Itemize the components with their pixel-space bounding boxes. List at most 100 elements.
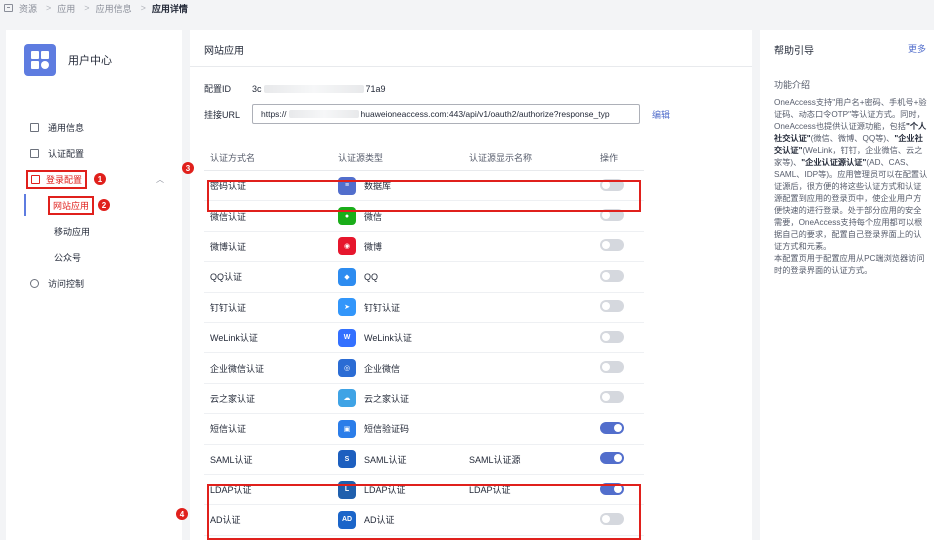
enable-toggle[interactable]	[600, 269, 624, 282]
column-header: 操作	[600, 153, 619, 163]
help-text: 本配置页用于配置应用从PC端浏览器访问时的登录界面的认证方式。	[774, 254, 925, 275]
sidebar-nav: 通用信息 认证配置 登录配置 1 ︿ 网站应用 2 移动应用 公众号 访问控制	[6, 114, 182, 296]
auth-source-label: 微博	[364, 241, 383, 252]
auth-source-type: ◆ QQ	[338, 267, 469, 286]
step-marker-2: 2	[98, 199, 110, 211]
divider	[190, 66, 752, 67]
auth-method-name: 企业微信认证	[210, 363, 265, 374]
breadcrumb-app-info[interactable]: 应用信息	[96, 2, 132, 15]
enable-toggle[interactable]	[600, 239, 624, 252]
app-header: 用户中心	[24, 44, 112, 76]
operation-cell	[600, 421, 644, 436]
sidebar-item-label: 访问控制	[48, 278, 85, 289]
auth-source-type: ▣ 短信验证码	[338, 419, 469, 438]
auth-source-type: S SAML认证	[338, 450, 469, 469]
auth-source-label: WeLink认证	[364, 333, 412, 344]
auth-source-label: 云之家认证	[364, 393, 410, 404]
table-row: 钉钉认证 ➤ 钉钉认证	[204, 293, 644, 323]
page-title: 网站应用	[204, 46, 244, 57]
sidebar-item-login-config[interactable]: 登录配置 1 ︿	[6, 166, 182, 192]
welink-icon: W	[338, 328, 356, 347]
table-row: 微博认证 ◉ 微博	[204, 232, 644, 263]
breadcrumb-separator: >	[46, 3, 52, 13]
saml-icon: S	[338, 450, 356, 469]
highlight-box: 登录配置	[26, 169, 88, 189]
table-row: WeLink认证 W WeLink认证	[204, 323, 644, 354]
auth-method-name: WeLink认证	[210, 333, 258, 344]
sidebar-item-label: 通用信息	[48, 122, 85, 133]
sidebar-item-general[interactable]: 通用信息	[6, 114, 182, 140]
config-id-row: 配置ID 3c 71a9	[204, 82, 386, 95]
sidebar-item-official-account[interactable]: 公众号	[6, 244, 182, 270]
redacted-value	[263, 84, 364, 93]
operation-cell	[600, 239, 644, 253]
enable-toggle[interactable]	[600, 421, 624, 434]
auth-method-name: 微博认证	[210, 241, 247, 252]
sidebar-item-mobile-app[interactable]: 移动应用	[6, 218, 182, 244]
redacted-value	[288, 110, 359, 118]
document-icon	[30, 122, 39, 132]
step-marker-4: 4	[176, 508, 188, 520]
table-row: 企业微信认证 ◎ 企业微信	[204, 353, 644, 384]
highlight-box-ldap-ad	[207, 484, 641, 540]
weibo-icon: ◉	[338, 237, 356, 256]
app-logo-icon	[24, 44, 56, 76]
help-text: (AD、CAS、SAML、IDP等)。应用管理员可以在配置认证源后，很方便的将这…	[774, 158, 928, 251]
enable-toggle[interactable]	[600, 391, 624, 404]
url-field[interactable]: https:// huaweioneaccess.com:443/api/v1/…	[252, 104, 640, 124]
breadcrumb-separator: >	[140, 3, 146, 13]
chevron-up-icon[interactable]: ︿	[156, 174, 164, 185]
help-text: OneAccess支持"用户名+密码、手机号+验证码、动态口令OTP"等认证方式…	[774, 98, 927, 131]
sidebar-item-web-app[interactable]: 网站应用 2	[6, 192, 182, 218]
breadcrumb-resources[interactable]: 资源	[19, 2, 37, 15]
operation-cell	[600, 330, 644, 345]
help-title: 帮助引导	[774, 46, 814, 57]
breadcrumb-separator: >	[84, 3, 90, 13]
sidebar-item-label: 认证配置	[48, 148, 85, 159]
enable-toggle[interactable]	[600, 330, 624, 343]
enable-toggle[interactable]	[600, 361, 624, 374]
sidebar-item-auth-config[interactable]: 认证配置	[6, 140, 182, 166]
help-subtitle: 功能介绍	[774, 80, 811, 90]
auth-method-name: 钉钉认证	[210, 302, 247, 313]
auth-method-name: 云之家认证	[210, 393, 256, 404]
table-row: 短信认证 ▣ 短信验证码	[204, 414, 644, 445]
wecom-icon: ◎	[338, 359, 356, 378]
sidebar-item-label: 移动应用	[54, 226, 91, 237]
auth-source-type: ☁ 云之家认证	[338, 389, 469, 408]
auth-source-label: 企业微信	[364, 363, 401, 374]
help-bold-text: "企业认证源认证"	[801, 158, 867, 167]
column-header: 认证方式名	[210, 153, 256, 163]
operation-cell	[600, 300, 644, 314]
dingtalk-icon: ➤	[338, 298, 356, 317]
config-id-label: 配置ID	[204, 84, 232, 94]
yunzhijia-icon: ☁	[338, 389, 356, 408]
qq-icon: ◆	[338, 267, 356, 286]
table-body: 密码认证 ≡ 数据库 微信认证 ● 微信 微博认证 ◉ 微博 QQ认证 ◆ QQ 钉钉认证 ➤ 钉钉认证 We…	[204, 171, 644, 536]
operation-cell	[600, 269, 644, 284]
operation-cell	[600, 391, 644, 405]
breadcrumb: 资源 > 应用 > 应用信息 > 应用详情	[0, 0, 934, 16]
edit-link[interactable]: 编辑	[652, 108, 670, 121]
help-text: (微信、微博、QQ等)、	[810, 134, 895, 143]
help-body: OneAccess支持"用户名+密码、手机号+验证码、动态口令OTP"等认证方式…	[774, 97, 929, 277]
access-control-icon	[30, 278, 39, 288]
url-value-start: https://	[261, 109, 287, 119]
enable-toggle[interactable]	[600, 300, 624, 313]
sidebar-item-label: 网站应用	[48, 195, 95, 215]
help-more-link[interactable]: 更多	[908, 42, 926, 55]
help-panel: 帮助引导 更多 功能介绍 OneAccess支持"用户名+密码、手机号+验证码、…	[760, 30, 934, 540]
app-name: 用户中心	[68, 55, 112, 67]
sms-icon: ▣	[338, 419, 356, 438]
url-label: 挂接URL	[204, 109, 241, 120]
sidebar: 用户中心 通用信息 认证配置 登录配置 1 ︿ 网站应用 2 移动应用 公众号	[6, 30, 182, 540]
sidebar-item-access-control[interactable]: 访问控制	[6, 270, 182, 296]
auth-source-label: SAML认证	[364, 454, 407, 465]
operation-cell	[600, 452, 644, 466]
collapse-icon[interactable]	[4, 4, 13, 12]
table-row: 云之家认证 ☁ 云之家认证	[204, 384, 644, 415]
operation-cell	[600, 361, 644, 375]
enable-toggle[interactable]	[600, 452, 624, 465]
table-header: 认证方式名 认证源类型 认证源显示名称 操作	[204, 145, 644, 171]
breadcrumb-apps[interactable]: 应用	[57, 2, 75, 15]
